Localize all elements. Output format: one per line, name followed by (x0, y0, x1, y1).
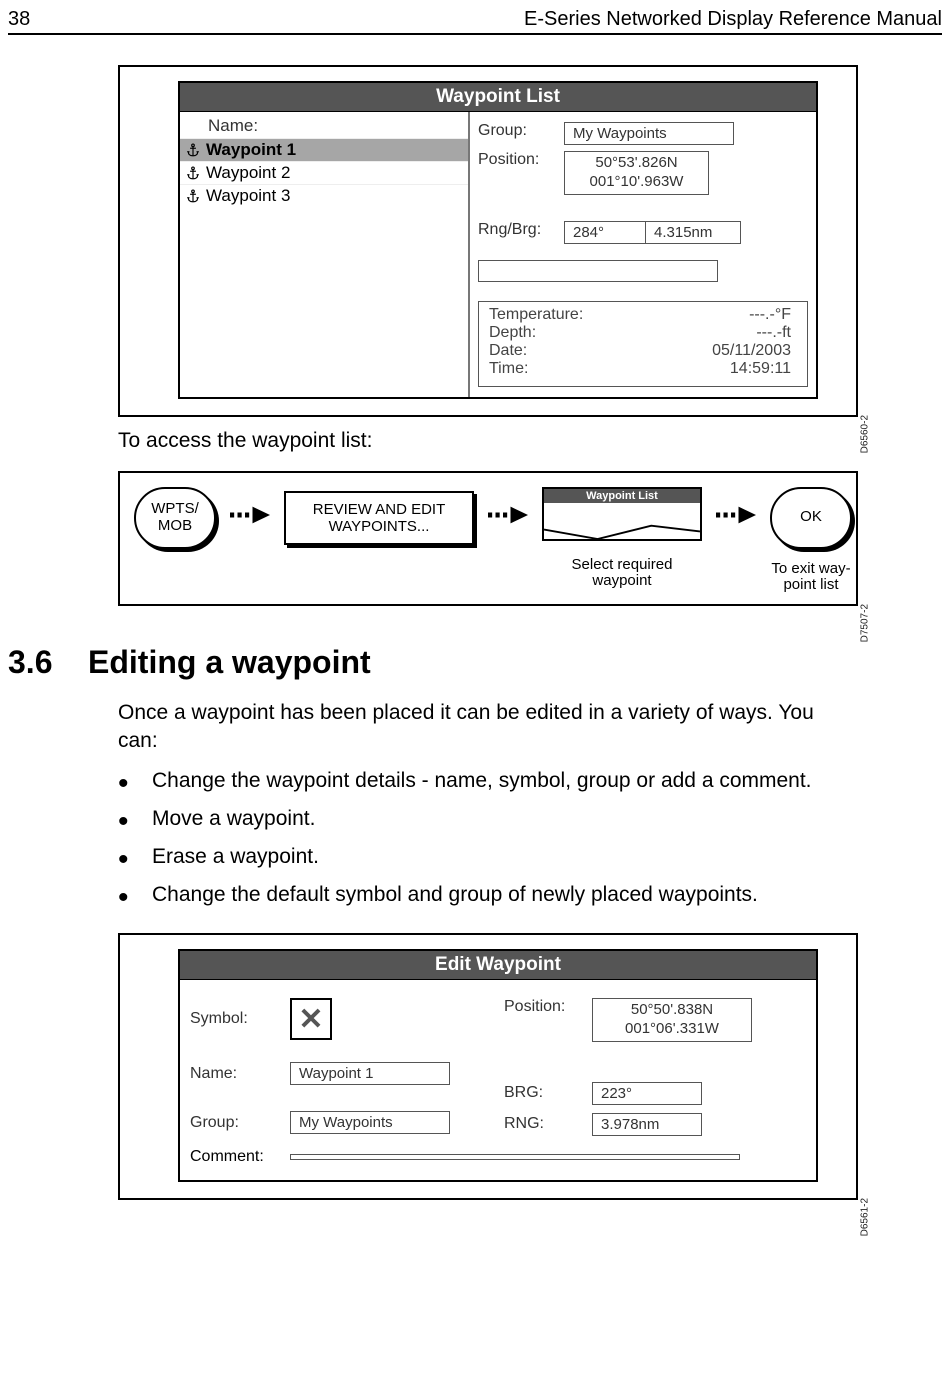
access-text: To access the waypoint list: (118, 429, 858, 453)
position-line-1: 50°50'.838N (631, 1001, 713, 1018)
name-column-header: Name: (180, 114, 468, 138)
anchor-icon (186, 188, 200, 204)
waypoint-name-list: Name: Waypoint 1 Waypoint 2 Waypoint 3 (180, 112, 470, 397)
doc-title: E-Series Networked Display Reference Man… (524, 8, 942, 31)
wpts-mob-button[interactable]: WPTS/ MOB (134, 487, 216, 549)
arrow-icon (716, 505, 756, 525)
position-line-1: 50°53'.826N (595, 154, 677, 171)
depth-label: Depth: (489, 324, 629, 342)
mini-window-title: Waypoint List (542, 487, 702, 503)
group-label: Group: (478, 122, 558, 140)
name-label: Name: (190, 1065, 282, 1083)
waypoint-list-panel: Waypoint List Name: Waypoint 1 Waypoint … (178, 81, 818, 399)
list-item[interactable]: Waypoint 3 (180, 184, 468, 207)
comment-label: Comment: (190, 1148, 282, 1166)
waypoint-extra-info: Temperature: ---.-°F Depth: ---.-ft Date… (478, 301, 808, 387)
position-label: Position: (478, 151, 558, 169)
depth-value: ---.-ft (756, 324, 791, 342)
position-value: 50°53'.826N 001°10'.963W (564, 151, 709, 195)
empty-field (478, 260, 718, 282)
button-label: REVIEW AND EDIT WAYPOINTS... (286, 501, 472, 535)
section-heading: 3.6 Editing a waypoint (8, 644, 942, 681)
date-label: Date: (489, 342, 629, 360)
rng-field[interactable]: 3.978nm (592, 1113, 702, 1136)
name-field[interactable]: Waypoint 1 (290, 1062, 450, 1085)
bullet-item: Change the waypoint details - name, symb… (118, 769, 858, 793)
select-caption: Select required waypoint (542, 557, 702, 590)
position-label: Position: (504, 998, 584, 1016)
brg-field[interactable]: 223° (592, 1082, 702, 1105)
symbol-label: Symbol: (190, 1010, 282, 1028)
section-intro: Once a waypoint has been placed it can b… (118, 699, 858, 756)
page-header: 38 E-Series Networked Display Reference … (8, 8, 942, 35)
brg-label: BRG: (504, 1084, 584, 1102)
position-line-2: 001°10'.963W (590, 173, 684, 190)
waypoint-name: Waypoint 3 (206, 186, 290, 206)
panel-title: Waypoint List (180, 83, 816, 112)
rngbrg-label: Rng/Brg: (478, 221, 558, 239)
bullet-item: Move a waypoint. (118, 807, 858, 831)
temperature-label: Temperature: (489, 306, 629, 324)
figure-code: D6560-2 (859, 415, 870, 453)
edit-waypoint-panel: Edit Waypoint Symbol: ✕ Name: Waypoint 1… (178, 949, 818, 1182)
bearing-value: 284° (564, 221, 646, 244)
anchor-icon (186, 165, 200, 181)
bullet-item: Erase a waypoint. (118, 845, 858, 869)
comment-field[interactable] (290, 1154, 740, 1160)
list-item[interactable]: Waypoint 1 (180, 138, 468, 161)
date-value: 05/11/2003 (712, 342, 791, 360)
time-value: 14:59:11 (730, 360, 791, 378)
temperature-value: ---.-°F (749, 306, 791, 324)
anchor-icon (186, 142, 200, 158)
section-title: Editing a waypoint (88, 644, 371, 681)
panel-title: Edit Waypoint (180, 951, 816, 980)
group-field[interactable]: My Waypoints (290, 1111, 450, 1134)
cross-icon: ✕ (298, 1002, 323, 1037)
time-label: Time: (489, 360, 629, 378)
bullet-list: Change the waypoint details - name, symb… (118, 769, 858, 907)
rng-label: RNG: (504, 1115, 584, 1133)
list-item[interactable]: Waypoint 2 (180, 161, 468, 184)
group-label: Group: (190, 1114, 282, 1132)
waypoint-name: Waypoint 1 (206, 140, 296, 160)
bullet-item: Change the default symbol and group of n… (118, 883, 858, 907)
range-value: 4.315nm (646, 221, 741, 244)
figure-waypoint-list: Waypoint List Name: Waypoint 1 Waypoint … (118, 65, 858, 417)
button-label: OK (800, 509, 822, 526)
position-line-2: 001°06'.331W (625, 1020, 719, 1037)
mini-waypoint-list-window: Waypoint List (542, 487, 702, 545)
waypoint-details: Group: My Waypoints Position: 50°53'.826… (470, 112, 816, 397)
arrow-icon (488, 505, 528, 525)
section-number: 3.6 (8, 644, 68, 681)
position-field[interactable]: 50°50'.838N 001°06'.331W (592, 998, 752, 1042)
figure-code: D7507-2 (859, 604, 870, 642)
ok-button[interactable]: OK (770, 487, 852, 549)
arrow-icon (230, 505, 270, 525)
figure-edit-waypoint: Edit Waypoint Symbol: ✕ Name: Waypoint 1… (118, 933, 858, 1200)
review-edit-button[interactable]: REVIEW AND EDIT WAYPOINTS... (284, 491, 474, 545)
ok-caption: To exit way- point list (771, 561, 850, 594)
page-number: 38 (8, 8, 30, 31)
figure-code: D6561-2 (859, 1198, 870, 1236)
figure-access-flow: WPTS/ MOB REVIEW AND EDIT WAYPOINTS... W… (118, 471, 858, 606)
waypoint-name: Waypoint 2 (206, 163, 290, 183)
symbol-field[interactable]: ✕ (290, 998, 332, 1040)
button-label: WPTS/ MOB (151, 501, 199, 534)
group-value: My Waypoints (564, 122, 734, 145)
